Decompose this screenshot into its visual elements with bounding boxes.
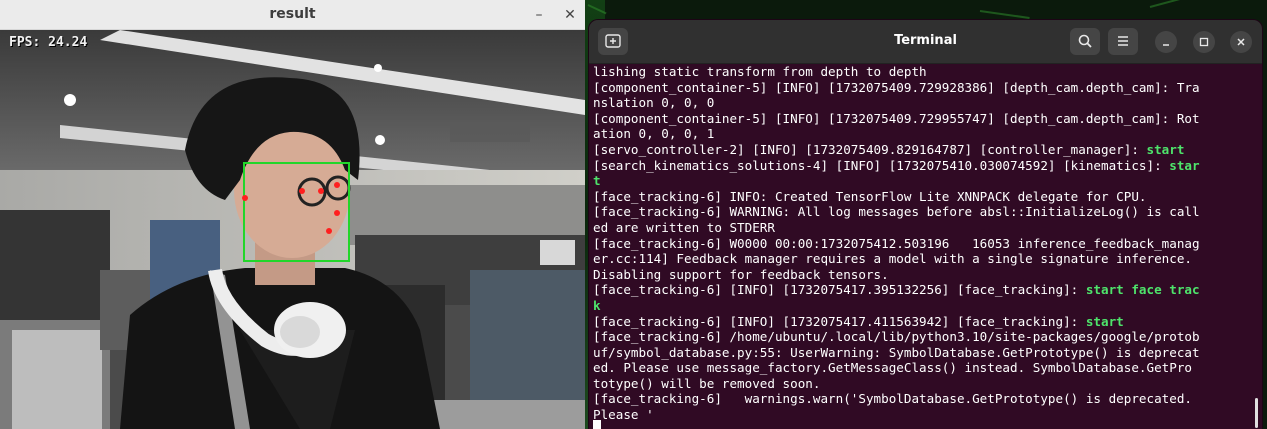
terminal-line: [face_tracking-6] INFO: Created TensorFl… (593, 189, 1249, 205)
terminal-line: ation 0, 0, 0, 1 (593, 126, 1249, 142)
terminal-line: ed. Please use message_factory.GetMessag… (593, 360, 1249, 376)
terminal-line: [face_tracking-6] /home/ubuntu/.local/li… (593, 329, 1249, 345)
terminal-highlight-text: star (1169, 157, 1200, 173)
terminal-line: [servo_controller-2] [INFO] [1732075409.… (593, 142, 1249, 158)
terminal-highlight-text: start (1146, 141, 1185, 157)
terminal-text: Please ' (593, 407, 654, 423)
terminal-line: Please ' (593, 407, 1249, 423)
fps-readout: FPS: 24.24 (9, 35, 88, 50)
terminal-line: er.cc:114] Feedback manager requires a m… (593, 251, 1249, 267)
terminal-text: [component_container-5] [INFO] [17320754… (593, 110, 1200, 126)
hamburger-menu-icon (1118, 36, 1128, 46)
terminal-line: [face_tracking-6] [INFO] [1732075417.411… (593, 314, 1249, 330)
terminal-line: [face_tracking-6] WARNING: All log messa… (593, 204, 1249, 220)
terminal-line: [face_tracking-6] [INFO] [1732075417.395… (593, 282, 1249, 298)
maximize-button[interactable] (1193, 31, 1215, 53)
close-button[interactable] (1230, 31, 1252, 53)
maximize-icon (1199, 37, 1209, 47)
result-window-title: result (269, 6, 316, 22)
terminal-text: [servo_controller-2] [INFO] [1732075409.… (593, 141, 1147, 157)
terminal-text: er.cc:114] Feedback manager requires a m… (593, 251, 1192, 267)
terminal-line: k (593, 298, 1249, 314)
terminal-line: lishing static transform from depth to d… (593, 64, 1249, 80)
terminal-header-bar[interactable]: Terminal (589, 20, 1262, 64)
terminal-text: ation 0, 0, 0, 1 (593, 126, 715, 142)
terminal-highlight-text: t (593, 173, 601, 189)
terminal-cursor (593, 420, 601, 429)
search-icon (1078, 34, 1092, 48)
terminal-scrollbar[interactable] (1255, 398, 1258, 428)
terminal-text: uf/symbol_database.py:55: UserWarning: S… (593, 344, 1200, 360)
terminal-highlight-text: k (593, 297, 601, 313)
close-button[interactable]: ✕ (561, 6, 579, 24)
wallpaper-streak (1149, 0, 1209, 8)
terminal-line: [component_container-5] [INFO] [17320754… (593, 111, 1249, 127)
menu-button[interactable] (1108, 28, 1138, 55)
camera-feed: FPS: 24.24 (0, 30, 585, 429)
face-landmark-point (299, 188, 305, 194)
terminal-text: [component_container-5] [INFO] [17320754… (593, 79, 1200, 95)
terminal-text: lishing static transform from depth to d… (593, 64, 927, 79)
terminal-line: nslation 0, 0, 0 (593, 95, 1249, 111)
terminal-text: ed. Please use message_factory.GetMessag… (593, 360, 1192, 376)
minimize-icon (1163, 44, 1169, 46)
terminal-text: [face_tracking-6] W0000 00:00:1732075412… (593, 235, 1200, 251)
result-window: result – ✕ FPS: 24.24 (0, 0, 585, 429)
terminal-text: [face_tracking-6] /home/ubuntu/.local/li… (593, 329, 1200, 345)
terminal-highlight-text: start face trac (1085, 282, 1200, 298)
terminal-line: Disabling support for feedback tensors. (593, 267, 1249, 283)
result-titlebar[interactable]: result – ✕ (0, 0, 585, 30)
search-button[interactable] (1070, 28, 1100, 55)
terminal-text: [face_tracking-6] [INFO] [1732075417.395… (593, 282, 1086, 298)
terminal-highlight-text: start (1085, 313, 1124, 329)
face-landmark-point (318, 188, 324, 194)
face-landmark-point (334, 210, 340, 216)
terminal-text: [face_tracking-6] INFO: Created TensorFl… (593, 188, 1147, 204)
terminal-text: [face_tracking-6] [INFO] [1732075417.411… (593, 313, 1086, 329)
terminal-line: uf/symbol_database.py:55: UserWarning: S… (593, 345, 1249, 361)
terminal-line: [face_tracking-6] W0000 00:00:1732075412… (593, 236, 1249, 252)
terminal-text: nslation 0, 0, 0 (593, 95, 715, 111)
terminal-line: ed are written to STDERR (593, 220, 1249, 236)
face-landmark-point (242, 195, 248, 201)
terminal-text: ed are written to STDERR (593, 219, 775, 235)
terminal-line: [search_kinematics_solutions-4] [INFO] [… (593, 158, 1249, 174)
terminal-text: Disabling support for feedback tensors. (593, 266, 889, 282)
close-icon (1237, 38, 1245, 46)
terminal-text: [face_tracking-6] WARNING: All log messa… (593, 204, 1200, 220)
terminal-text: [search_kinematics_solutions-4] [INFO] [… (593, 157, 1170, 173)
wallpaper-streak (979, 10, 1030, 19)
terminal-text: totype() will be removed soon. (593, 375, 821, 391)
terminal-line: t (593, 173, 1249, 189)
minimize-button[interactable]: – (530, 6, 548, 24)
terminal-line: [face_tracking-6] warnings.warn('SymbolD… (593, 391, 1249, 407)
terminal-window: Terminal lishing static transform from d… (589, 20, 1262, 429)
face-landmark-point (334, 182, 340, 188)
terminal-line: [component_container-5] [INFO] [17320754… (593, 80, 1249, 96)
minimize-button[interactable] (1155, 31, 1177, 53)
terminal-line: totype() will be removed soon. (593, 376, 1249, 392)
terminal-text: [face_tracking-6] warnings.warn('SymbolD… (593, 391, 1192, 407)
terminal-output[interactable]: lishing static transform from depth to d… (593, 64, 1249, 429)
face-landmark-point (326, 228, 332, 234)
